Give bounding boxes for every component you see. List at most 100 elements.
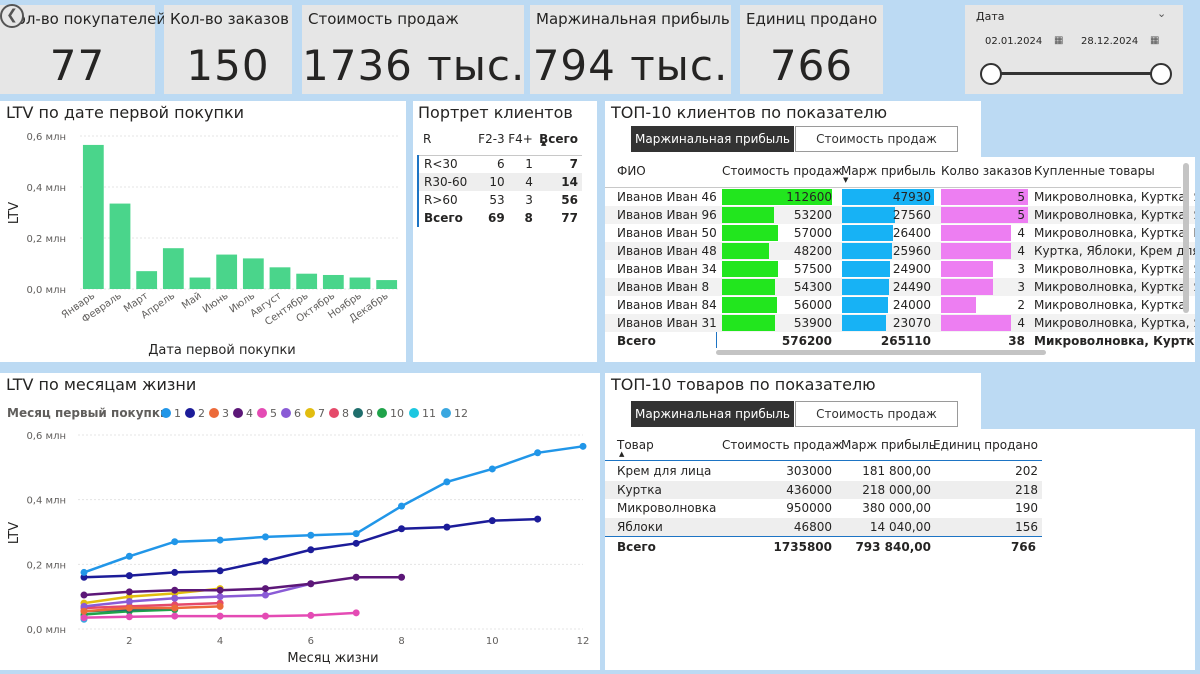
col-header-margin[interactable]: Марж прибыль	[841, 438, 936, 452]
horizontal-scrollbar[interactable]	[716, 350, 1046, 355]
table-row[interactable]: Иванов Иван 46 112600 47930 5 Микроволновка,…	[605, 188, 1195, 206]
series-point-3[interactable]	[125, 604, 133, 612]
series-point-6[interactable]	[216, 593, 224, 601]
toggle-margin-button[interactable]: Маржинальная прибыль	[631, 401, 794, 427]
table-row[interactable]: R>60 53 3 56	[416, 191, 582, 209]
legend-marker[interactable]	[377, 408, 387, 418]
legend-label[interactable]: 11	[422, 407, 436, 420]
legend-marker[interactable]	[185, 408, 195, 418]
legend-label[interactable]: 9	[366, 407, 373, 420]
series-point-4[interactable]	[125, 588, 133, 596]
series-point-2[interactable]	[261, 557, 269, 565]
legend-marker[interactable]	[305, 408, 315, 418]
toggle-margin-button[interactable]: Маржинальная прибыль	[631, 126, 794, 152]
date-range-handle-start[interactable]	[980, 63, 1002, 85]
col-header-units[interactable]: Единиц продано	[933, 438, 1038, 452]
series-point-5[interactable]	[80, 614, 88, 622]
table-row[interactable]: Иванов Иван 96 53200 27560 5 Микроволновка, …	[605, 206, 1195, 224]
bar-Август[interactable]	[269, 267, 291, 289]
bar-Ноябрь[interactable]	[349, 277, 371, 289]
col-header[interactable]: Всего	[533, 129, 582, 149]
toggle-sales-button[interactable]: Стоимость продаж	[795, 126, 958, 152]
legend-marker[interactable]	[161, 408, 171, 418]
series-point-2[interactable]	[488, 517, 496, 525]
series-point-3[interactable]	[171, 604, 179, 612]
series-point-2[interactable]	[534, 515, 542, 523]
table-row[interactable]: Иванов Иван 50 57000 26400 4 Микроволновка, …	[605, 224, 1195, 242]
date-to-input[interactable]: 28.12.2024 ▦	[1071, 32, 1165, 54]
date-range-handle-end[interactable]	[1150, 63, 1172, 85]
table-row[interactable]: Куртка 436000 218 000,00 218	[605, 480, 1042, 499]
series-point-2[interactable]	[443, 523, 451, 531]
series-point-4[interactable]	[80, 591, 88, 599]
series-point-1[interactable]	[307, 531, 315, 539]
series-point-2[interactable]	[307, 546, 315, 554]
legend-label[interactable]: 1	[174, 407, 181, 420]
sort-arrow-icon[interactable]: ▲	[619, 450, 624, 458]
table-row[interactable]: Иванов Иван 48 48200 25960 4 Куртка, Яблоки,…	[605, 242, 1195, 260]
series-point-5[interactable]	[261, 612, 269, 620]
series-point-2[interactable]	[125, 572, 133, 580]
col-header[interactable]: F2-3	[474, 129, 505, 149]
series-point-2[interactable]	[352, 539, 360, 547]
col-header-sales[interactable]: Стоимость продаж	[722, 164, 843, 178]
legend-label[interactable]: 7	[318, 407, 325, 420]
col-header-sales[interactable]: Стоимость продаж	[722, 438, 843, 452]
table-row[interactable]: Иванов Иван 8 54300 24490 3 Микроволновка, К…	[605, 278, 1195, 296]
series-point-5[interactable]	[125, 613, 133, 621]
table-row[interactable]: Иванов Иван 31 53900 23070 4 Микроволновка, …	[605, 314, 1195, 332]
series-point-2[interactable]	[398, 525, 406, 533]
toggle-sales-button[interactable]: Стоимость продаж	[795, 401, 958, 427]
col-header-name[interactable]: ФИО	[617, 164, 646, 178]
series-point-1[interactable]	[216, 536, 224, 544]
calendar-icon[interactable]: ▦	[1054, 35, 1063, 46]
chevron-down-icon[interactable]: ⌄	[1157, 7, 1166, 20]
table-row[interactable]: Крем для лица 303000 181 800,00 202	[605, 462, 1042, 480]
series-point-1[interactable]	[534, 449, 542, 457]
series-point-4[interactable]	[307, 580, 315, 588]
legend-label[interactable]: 6	[294, 407, 301, 420]
series-point-1[interactable]	[352, 530, 360, 538]
bar-Март[interactable]	[136, 271, 158, 289]
back-icon[interactable]: ❮	[0, 4, 24, 28]
series-point-5[interactable]	[352, 609, 360, 617]
legend-marker[interactable]	[233, 408, 243, 418]
series-point-3[interactable]	[80, 607, 88, 615]
series-point-5[interactable]	[307, 611, 315, 619]
legend-label[interactable]: 3	[222, 407, 229, 420]
table-row[interactable]: Иванов Иван 34 57500 24900 3 Микроволновка, …	[605, 260, 1195, 278]
bar-Май[interactable]	[189, 277, 211, 289]
calendar-icon[interactable]: ▦	[1150, 35, 1159, 46]
bar-Сентябрь[interactable]	[296, 273, 318, 289]
legend-marker[interactable]	[441, 408, 451, 418]
legend-marker[interactable]	[329, 408, 339, 418]
series-point-1[interactable]	[125, 552, 133, 560]
legend-label[interactable]: 12	[454, 407, 468, 420]
table-row[interactable]: Микроволновка 950000 380 000,00 190	[605, 499, 1042, 517]
series-point-2[interactable]	[216, 567, 224, 575]
bar-Июнь[interactable]	[216, 254, 238, 289]
legend-marker[interactable]	[281, 408, 291, 418]
bar-Декабрь[interactable]	[376, 280, 398, 289]
series-point-1[interactable]	[171, 538, 179, 546]
legend-marker[interactable]	[257, 408, 267, 418]
legend-marker[interactable]	[353, 408, 363, 418]
series-point-4[interactable]	[261, 585, 269, 593]
bar-Апрель[interactable]	[162, 248, 184, 289]
table-row[interactable]: R30-60 10 4 14	[416, 173, 582, 191]
series-line-1[interactable]	[83, 445, 584, 574]
table-row[interactable]: Иванов Иван 84 56000 24000 2 Микроволновка, …	[605, 296, 1195, 314]
series-point-4[interactable]	[171, 586, 179, 594]
legend-label[interactable]: 8	[342, 407, 349, 420]
series-point-1[interactable]	[261, 533, 269, 541]
series-point-4[interactable]	[216, 586, 224, 594]
col-header-margin[interactable]: Марж прибыль	[841, 164, 936, 178]
legend-label[interactable]: 4	[246, 407, 253, 420]
sort-arrow-icon[interactable]: ▼	[843, 176, 848, 184]
legend-marker[interactable]	[409, 408, 419, 418]
col-header[interactable]: R	[418, 129, 474, 149]
series-point-1[interactable]	[579, 442, 587, 450]
col-header-goods[interactable]: Купленные товары	[1034, 164, 1155, 178]
table-row[interactable]: R<30 6 1 7	[416, 155, 582, 173]
series-point-6[interactable]	[171, 594, 179, 602]
